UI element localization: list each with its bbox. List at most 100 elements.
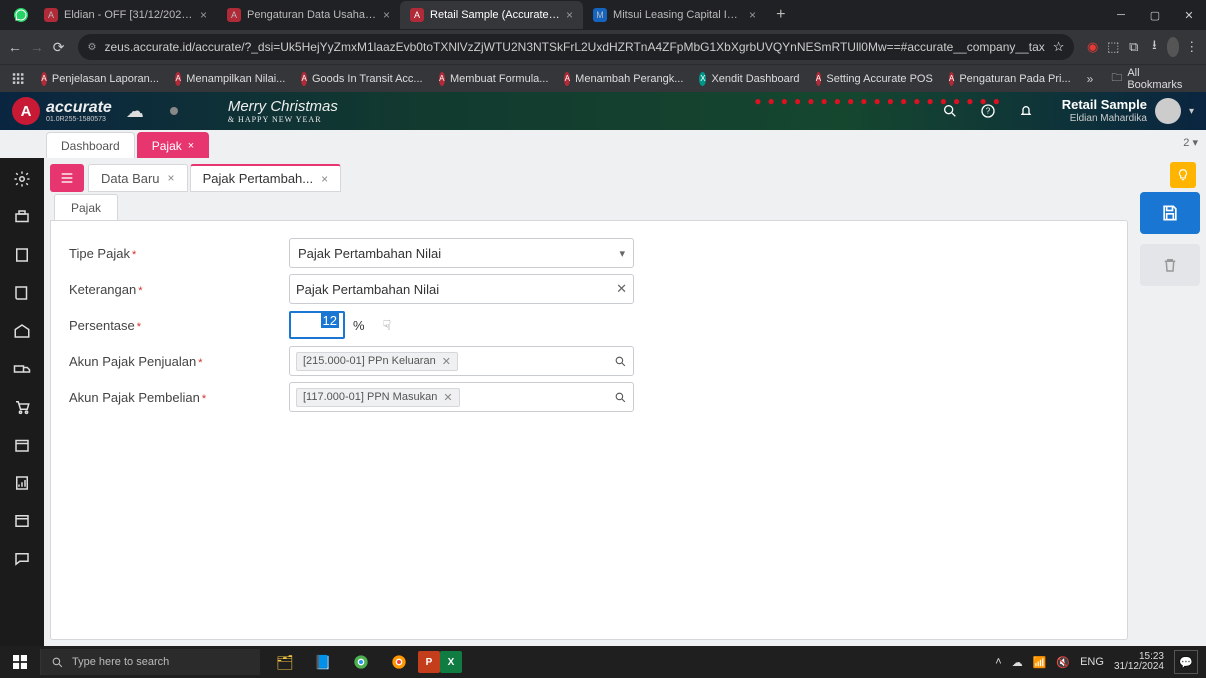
chat-icon[interactable] xyxy=(7,544,37,574)
inner-tab-pajak[interactable]: Pajak xyxy=(54,194,118,220)
bell-icon[interactable] xyxy=(1014,99,1038,123)
bookmark-star-icon[interactable]: ☆ xyxy=(1053,39,1065,55)
chrome-beta-icon[interactable] xyxy=(380,646,418,678)
extension-icon[interactable]: ◉ xyxy=(1084,34,1101,60)
favicon-icon: X xyxy=(699,72,706,86)
box-icon[interactable] xyxy=(7,430,37,460)
chip-remove-icon[interactable]: ✕ xyxy=(442,355,451,368)
menu-icon[interactable]: ⋮ xyxy=(1183,34,1200,60)
taskbar-search[interactable]: Type here to search xyxy=(40,649,260,675)
file-explorer-icon[interactable]: 🗂 xyxy=(266,646,304,678)
tab-dashboard[interactable]: Dashboard xyxy=(46,132,135,158)
cart-icon[interactable] xyxy=(7,392,37,422)
taskbar-clock[interactable]: 15:23 31/12/2024 xyxy=(1114,652,1164,672)
app-logo[interactable]: A accurate 01.0R255-1580573 ☁ xyxy=(12,97,178,125)
lookup-akun-pembelian[interactable]: [117.000-01] PPN Masukan ✕ xyxy=(289,382,634,412)
cash-register-icon[interactable] xyxy=(7,202,37,232)
cursor-hand-icon: ☟ xyxy=(383,317,392,334)
maximize-button[interactable]: ▢ xyxy=(1138,0,1172,30)
onedrive-icon[interactable]: ☁ xyxy=(1012,656,1023,669)
back-button[interactable]: ← xyxy=(6,33,24,61)
building-icon[interactable] xyxy=(7,240,37,270)
tab-pajak-pertambah[interactable]: Pajak Pertambah... × xyxy=(190,164,342,192)
inner-tab-label: Pajak xyxy=(71,201,101,215)
bookmark-item[interactable]: AMenampilkan Nilai... xyxy=(169,72,291,86)
book-icon[interactable] xyxy=(7,278,37,308)
save-button[interactable] xyxy=(1140,192,1200,234)
select-tipe-pajak[interactable]: Pajak Pertambahan Nilai ▾ xyxy=(289,238,634,268)
notification-center-icon[interactable]: 💬 xyxy=(1174,650,1198,674)
chip-remove-icon[interactable]: ✕ xyxy=(443,391,452,404)
all-bookmarks-button[interactable]: 🗀 All Bookmarks xyxy=(1103,67,1200,91)
clear-icon[interactable]: ✕ xyxy=(616,281,627,297)
powerpoint-icon[interactable]: P xyxy=(418,651,440,673)
input-keterangan[interactable]: ✕ xyxy=(289,274,634,304)
avatar xyxy=(1155,98,1181,124)
close-button[interactable]: ✕ xyxy=(1172,0,1206,30)
bookmarks-overflow-icon[interactable]: » xyxy=(1081,72,1100,86)
ledger-icon[interactable] xyxy=(7,506,37,536)
new-tab-button[interactable]: + xyxy=(766,6,795,24)
chrome-icon[interactable] xyxy=(342,646,380,678)
minimize-button[interactable]: ─ xyxy=(1104,0,1138,30)
profile-icon[interactable] xyxy=(1167,37,1180,57)
close-icon[interactable]: × xyxy=(749,8,756,22)
excel-icon[interactable]: X xyxy=(440,651,462,673)
close-icon[interactable]: × xyxy=(383,8,390,22)
window-controls: ─ ▢ ✕ xyxy=(1104,0,1206,30)
apps-icon[interactable] xyxy=(6,72,31,86)
keterangan-field[interactable] xyxy=(296,282,616,297)
app-body: Data Baru × Pajak Pertambah... × Pajak xyxy=(0,158,1206,646)
tab-pajak[interactable]: Pajak × xyxy=(137,132,209,158)
whatsapp-icon[interactable] xyxy=(14,8,28,22)
start-button[interactable] xyxy=(0,655,40,669)
lookup-akun-penjualan[interactable]: [215.000-01] PPn Keluaran ✕ xyxy=(289,346,634,376)
bookmark-item[interactable]: XXendit Dashboard xyxy=(693,72,805,86)
tab-counter[interactable]: 2 ▾ xyxy=(1183,136,1198,149)
extension-icon[interactable]: ⧉ xyxy=(1126,34,1143,60)
input-persentase[interactable]: 12 xyxy=(289,311,345,339)
close-icon[interactable]: × xyxy=(566,8,573,22)
tray-chevron-icon[interactable]: ˄ xyxy=(995,656,1001,668)
user-menu[interactable]: Retail Sample Eldian Mahardika ▾ xyxy=(1052,98,1194,124)
downloads-icon[interactable]: ⭳ xyxy=(1146,34,1163,60)
close-icon[interactable]: × xyxy=(200,8,207,22)
label-persentase: Persentase* xyxy=(69,318,289,333)
delete-button[interactable] xyxy=(1140,244,1200,286)
browser-tab[interactable]: A Pengaturan Data Usaha ACCUR × xyxy=(217,1,400,29)
bookmark-item[interactable]: ASetting Accurate POS xyxy=(810,72,939,86)
bookmark-item[interactable]: APengaturan Pada Pri... xyxy=(943,72,1077,86)
forward-button[interactable]: → xyxy=(28,33,46,61)
browser-tab[interactable]: M Mitsui Leasing Capital Indones × xyxy=(583,1,766,29)
close-icon[interactable]: × xyxy=(321,172,328,186)
truck-icon[interactable] xyxy=(7,354,37,384)
wifi-icon[interactable]: 📶 xyxy=(1033,656,1047,669)
bookmark-item[interactable]: AMenambah Perangk... xyxy=(558,72,689,86)
favicon-icon: A xyxy=(564,72,570,86)
warehouse-icon[interactable] xyxy=(7,316,37,346)
extension-icon[interactable]: ⬚ xyxy=(1105,34,1122,60)
report-icon[interactable] xyxy=(7,468,37,498)
search-icon[interactable] xyxy=(614,391,627,404)
close-icon[interactable]: × xyxy=(188,140,194,152)
bookmark-item[interactable]: AGoods In Transit Acc... xyxy=(295,72,428,86)
volume-icon[interactable]: 🔇 xyxy=(1056,656,1070,669)
form-card: Tipe Pajak* Pajak Pertambahan Nilai ▾ Ke… xyxy=(50,220,1128,640)
site-info-icon[interactable]: ⚙ xyxy=(88,42,97,53)
list-view-button[interactable] xyxy=(50,164,84,192)
greeting-line2: & HAPPY NEW YEAR xyxy=(228,115,338,124)
language-indicator[interactable]: ENG xyxy=(1080,656,1104,668)
bookmark-label: Menampilkan Nilai... xyxy=(186,73,285,85)
browser-tab[interactable]: A Eldian - OFF [31/12/2024] | #86 × xyxy=(34,1,217,29)
search-icon[interactable] xyxy=(614,355,627,368)
address-bar[interactable]: ⚙ zeus.accurate.id/accurate/?_dsi=Uk5Hej… xyxy=(78,34,1075,60)
tab-data-baru[interactable]: Data Baru × xyxy=(88,164,188,192)
bookmark-item[interactable]: AMembuat Formula... xyxy=(433,72,555,86)
notes-icon[interactable]: 📘 xyxy=(304,646,342,678)
close-icon[interactable]: × xyxy=(168,171,175,185)
gear-icon[interactable] xyxy=(7,164,37,194)
reload-button[interactable]: ⟳ xyxy=(50,33,68,61)
bookmark-item[interactable]: APenjelasan Laporan... xyxy=(35,72,165,86)
browser-tab-active[interactable]: A Retail Sample (Accurate Online) × xyxy=(400,1,583,29)
tips-button[interactable] xyxy=(1170,162,1196,188)
